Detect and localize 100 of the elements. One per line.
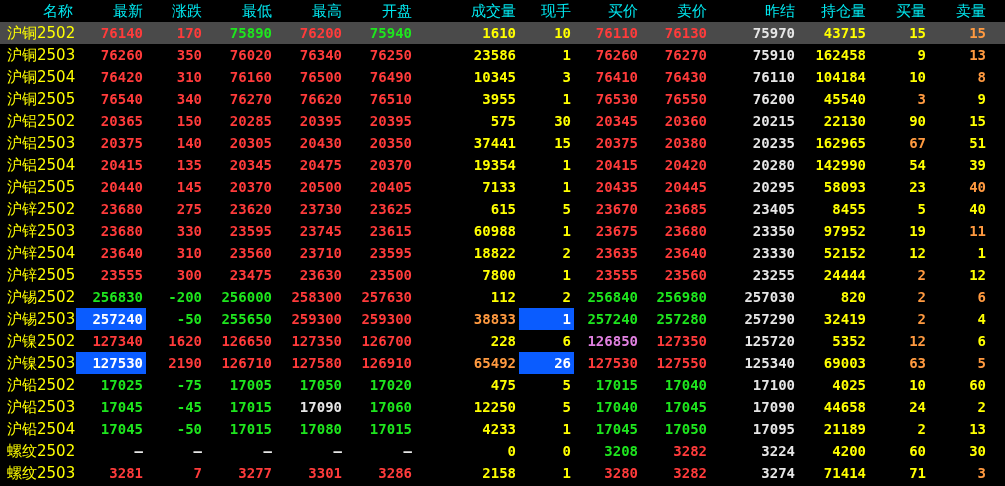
table-cell-text: 7133	[481, 178, 517, 197]
contract-name: 沪铝2504	[6, 155, 76, 176]
table-row[interactable]: 沪铝2502 20365 150 20285 20395 20395 575 30 20345 20360 20215 22130 90 15	[0, 110, 1005, 132]
table-cell-text: 76420	[99, 68, 144, 87]
table-cell-text: 1620	[167, 332, 203, 351]
table-cell-text: 17090	[298, 398, 343, 417]
table-cell-text: 60	[968, 376, 987, 395]
table-cell-text: —	[262, 442, 273, 461]
column-header[interactable]: 买价	[574, 0, 641, 22]
table-cell-text: 350	[175, 46, 203, 65]
table-cell-text: 23555	[594, 266, 639, 285]
table-cell-text: 90	[908, 112, 927, 131]
table-cell-text: 10	[553, 24, 572, 43]
table-cell-text: 17045	[594, 420, 639, 439]
table-row[interactable]: 螺纹2503 3281 7 3277 3301 3286 2158 1 3280 3282 3274 71414 71 3	[0, 462, 1005, 484]
table-cell-text: 76500	[298, 68, 343, 87]
table-cell-text: 3280	[603, 464, 639, 483]
table-cell-text: 228	[489, 332, 517, 351]
table-row[interactable]: 沪铝2504 20415 135 20345 20475 20370 19354 1 20415 20420 20280 142990 54 39	[0, 154, 1005, 176]
table-row[interactable]: 沪锌2503 23680 330 23595 23745 23615 60988 1 23675 23680 23350 97952 19 11	[0, 220, 1005, 242]
table-cell-text: 20395	[368, 112, 413, 131]
table-cell-text: 9	[916, 46, 927, 65]
column-header[interactable]: 涨跌	[146, 0, 205, 22]
contract-name: 沪铜2504	[6, 67, 76, 88]
table-cell-text: 112	[489, 288, 517, 307]
table-cell-text: 258300	[290, 288, 343, 307]
table-cell-text: 8	[976, 68, 987, 87]
table-cell-text: -45	[175, 398, 203, 417]
table-row[interactable]: 沪铜2504 76420 310 76160 76500 76490 10345 3 76410 76430 76110 104184 10 8	[0, 66, 1005, 88]
table-cell-text: 256830	[91, 288, 144, 307]
table-cell-text: 126910	[360, 354, 413, 373]
table-row[interactable]: 沪铝2505 20440 145 20370 20500 20405 7133 1 20435 20445 20295 58093 23 40	[0, 176, 1005, 198]
table-cell-text: 20370	[228, 178, 273, 197]
table-cell-text: 76270	[663, 46, 708, 65]
table-cell-text: 4	[976, 310, 987, 329]
table-cell-text: —	[332, 442, 343, 461]
table-cell-text: 23685	[663, 200, 708, 219]
table-cell-text: 23710	[298, 244, 343, 263]
table-cell-text: 256000	[220, 288, 273, 307]
table-row[interactable]: 沪镍2502 127340 1620 126650 127350 126700 228 6 126850 127350 125720 5352 12 6	[0, 330, 1005, 352]
table-cell-text: 23615	[368, 222, 413, 241]
table-cell-text: 20280	[751, 156, 796, 175]
table-cell-text: 1	[561, 464, 572, 483]
table-row[interactable]: 沪铝2503 20375 140 20305 20430 20350 37441 15 20375 20380 20235 162965 67 51	[0, 132, 1005, 154]
table-row[interactable]: 沪锡2503 257240 -50 255650 259300 259300 38833 1 257240 257280 257290 32419 2 4	[0, 308, 1005, 330]
column-header[interactable]: 卖价	[641, 0, 710, 22]
table-row[interactable]: 沪铜2505 76540 340 76270 76620 76510 3955 1 76530 76550 76200 45540 3 9	[0, 88, 1005, 110]
column-header[interactable]: 昨结	[710, 0, 798, 22]
contract-name: 沪铝2505	[6, 177, 76, 198]
table-cell-text: 23475	[228, 266, 273, 285]
table-cell-text: 60988	[472, 222, 517, 241]
table-cell-text: 76160	[228, 68, 273, 87]
table-cell-text: 3	[976, 464, 987, 483]
table-cell-text: 17015	[368, 420, 413, 439]
table-cell-text: 3	[916, 90, 927, 109]
table-row[interactable]: 沪锌2502 23680 275 23620 23730 23625 615 5 23670 23685 23405 8455 5 40	[0, 198, 1005, 220]
table-cell-text: 170	[175, 24, 203, 43]
column-header[interactable]: 最新	[76, 0, 146, 22]
column-header[interactable]: 最高	[275, 0, 345, 22]
table-cell-text: 15	[968, 112, 987, 131]
table-cell-text: 19354	[472, 156, 517, 175]
contract-name: 沪铜2503	[6, 45, 76, 66]
column-header[interactable]: 现手	[519, 0, 574, 22]
table-cell-text: 2	[976, 398, 987, 417]
table-row[interactable]: 沪镍2503 127530 2190 126710 127580 126910 65492 26 127530 127550 125340 69003 63 5	[0, 352, 1005, 374]
table-row[interactable]: 沪铅2503 17045 -45 17015 17090 17060 12250 5 17040 17045 17090 44658 24 2	[0, 396, 1005, 418]
column-header[interactable]: 最低	[205, 0, 275, 22]
table-row[interactable]: 沪铜2503 76260 350 76020 76340 76250 23586 1 76260 76270 75910 162458 9 13	[0, 44, 1005, 66]
column-header[interactable]: 成交量	[415, 0, 519, 22]
table-cell-text: 71414	[822, 464, 867, 483]
column-header[interactable]: 名称	[0, 0, 76, 22]
table-cell-text: 65492	[472, 354, 517, 373]
table-cell-text: 23555	[99, 266, 144, 285]
table-row[interactable]: 沪铅2504 17045 -50 17015 17080 17015 4233 1 17045 17050 17095 21189 2 13	[0, 418, 1005, 440]
column-header[interactable]: 卖量	[929, 0, 989, 22]
table-cell-text: 20345	[594, 112, 639, 131]
table-row[interactable]: 沪锌2505 23555 300 23475 23630 23500 7800 1 23555 23560 23255 24444 2 12	[0, 264, 1005, 286]
table-row[interactable]: 沪铅2502 17025 -75 17005 17050 17020 475 5 17015 17040 17100 4025 10 60	[0, 374, 1005, 396]
table-row[interactable]: 沪铜2502 76140 170 75890 76200 75940 1610 10 76110 76130 75970 43715 15 15	[0, 22, 1005, 44]
table-cell-text: 23255	[751, 266, 796, 285]
table-cell-text: —	[133, 442, 144, 461]
table-row[interactable]: 沪锡2502 256830 -200 256000 258300 257630 112 2 256840 256980 257030 820 2 6	[0, 286, 1005, 308]
table-row[interactable]: 沪锌2504 23640 310 23560 23710 23595 18822 2 23635 23640 23330 52152 12 1	[0, 242, 1005, 264]
table-cell-text: 7800	[481, 266, 517, 285]
column-header[interactable]: 持仓量	[798, 0, 869, 22]
table-row[interactable]: 螺纹2502 — — — — — 0 0 3208 3282 3224 4200 60 30	[0, 440, 1005, 462]
table-cell-text: 5	[916, 200, 927, 219]
table-cell-text: 76490	[368, 68, 413, 87]
column-header[interactable]: 买量	[869, 0, 929, 22]
table-cell-text: 76110	[751, 68, 796, 87]
table-cell-text: 8455	[831, 200, 867, 219]
table-cell-text: 24	[908, 398, 927, 417]
table-cell-text: 150	[175, 112, 203, 131]
table-cell-text: 17045	[99, 398, 144, 417]
column-header[interactable]: 开盘	[345, 0, 415, 22]
table-cell-text: 40	[968, 200, 987, 219]
table-cell-text: 127350	[655, 332, 708, 351]
table-cell-text: 51	[968, 134, 987, 153]
table-cell-text: 20365	[99, 112, 144, 131]
table-cell-text: 0	[506, 442, 517, 461]
